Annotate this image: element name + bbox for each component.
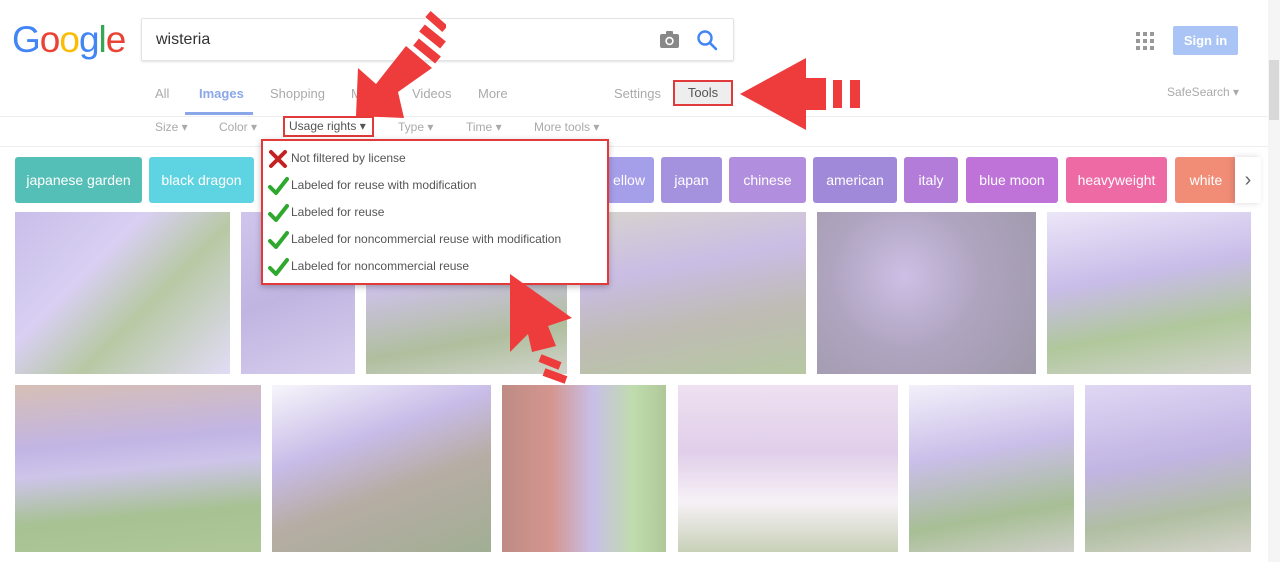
logo-letter: o [59, 19, 80, 60]
filter-type[interactable]: Type ▾ [398, 120, 433, 134]
filter-time[interactable]: Time ▾ [466, 120, 502, 134]
scrollbar-thumb[interactable] [1269, 60, 1279, 120]
usage-option-label: Labeled for noncommercial reuse with mod… [291, 232, 562, 246]
apps-grid-icon[interactable] [1136, 32, 1154, 50]
usage-option-reuse-modification[interactable]: Labeled for reuse with modification [265, 172, 605, 199]
chip-black-dragon[interactable]: black dragon [149, 157, 254, 203]
annotation-arrow-tools [740, 58, 860, 130]
filter-divider [0, 146, 1268, 147]
image-result[interactable] [817, 212, 1036, 374]
green-check-icon [268, 258, 289, 276]
image-result[interactable] [678, 385, 898, 552]
chevron-down-icon: ▾ [590, 120, 600, 134]
image-result[interactable] [580, 212, 806, 374]
active-tab-underline [185, 112, 253, 115]
image-result[interactable] [272, 385, 491, 552]
chevron-down-icon: ▾ [247, 120, 258, 134]
camera-icon[interactable] [659, 30, 680, 49]
logo-letter: e [105, 19, 127, 60]
safesearch-dropdown[interactable]: SafeSearch ▾ [1167, 85, 1239, 99]
google-logo[interactable]: Google [12, 19, 127, 60]
filter-time-label: Time [466, 120, 493, 134]
chip-italy[interactable]: italy [904, 157, 958, 203]
logo-letter: G [12, 19, 41, 60]
chip-blue-moon[interactable]: blue moon [966, 157, 1058, 203]
search-icon[interactable] [696, 29, 718, 51]
tab-images[interactable]: Images [199, 86, 244, 101]
filter-size[interactable]: Size ▾ [155, 120, 188, 134]
safesearch-label: SafeSearch [1167, 85, 1230, 99]
image-result[interactable] [502, 385, 666, 552]
tabs-divider [0, 116, 1268, 117]
image-result[interactable] [15, 212, 230, 374]
green-check-icon [268, 177, 289, 195]
tab-more[interactable]: More [478, 86, 508, 101]
filter-usage-rights-label: Usage rights [289, 119, 357, 133]
filter-size-label: Size [155, 120, 179, 134]
chip-white[interactable]: white [1175, 157, 1237, 203]
chevron-down-icon: ▾ [1229, 85, 1240, 99]
filter-type-label: Type [398, 120, 425, 134]
red-x-icon [269, 150, 287, 168]
chip-american[interactable]: american [813, 157, 897, 203]
tab-shopping[interactable]: Shopping [270, 86, 325, 101]
image-result[interactable] [909, 385, 1074, 552]
filter-more-tools-label: More tools [534, 120, 591, 134]
tab-all[interactable]: All [155, 86, 169, 101]
filter-more-tools[interactable]: More tools ▾ [534, 120, 599, 134]
chip-heavyweight[interactable]: heavyweight [1066, 157, 1167, 203]
chevron-down-icon: ▾ [356, 119, 366, 133]
chevron-down-icon: ▾ [424, 120, 434, 134]
logo-letter: g [78, 19, 100, 60]
usage-rights-menu: Not filtered by license Labeled for reus… [261, 139, 609, 285]
image-result[interactable] [1047, 212, 1251, 374]
logo-letter: o [39, 19, 61, 60]
logo-letter: l [98, 19, 107, 60]
usage-option-label: Labeled for reuse with modification [291, 178, 477, 192]
usage-option-label: Not filtered by license [291, 151, 406, 165]
sign-in-button[interactable]: Sign in [1173, 26, 1238, 55]
filter-color-label: Color [219, 120, 248, 134]
usage-option-reuse[interactable]: Labeled for reuse [265, 199, 605, 226]
chip-japan[interactable]: japan [661, 157, 722, 203]
chevron-right-icon[interactable]: › [1235, 157, 1261, 203]
annotation-arrow-menu [510, 274, 572, 384]
image-result[interactable] [1085, 385, 1251, 552]
annotation-arrow-usage-rights [356, 11, 446, 118]
settings-link[interactable]: Settings [614, 86, 661, 101]
chevron-down-icon: ▾ [178, 120, 188, 134]
tools-button[interactable]: Tools [673, 80, 733, 106]
chip-japanese-garden[interactable]: japanese garden [15, 157, 142, 203]
chevron-down-icon: ▾ [492, 120, 502, 134]
usage-option-label: Labeled for noncommercial reuse [291, 259, 470, 273]
chip-chinese[interactable]: chinese [729, 157, 806, 203]
green-check-icon [268, 204, 289, 222]
filter-color[interactable]: Color ▾ [219, 120, 257, 134]
green-check-icon [268, 231, 289, 249]
usage-option-label: Labeled for reuse [291, 205, 385, 219]
image-result[interactable] [15, 385, 261, 552]
usage-option-noncommercial-modification[interactable]: Labeled for noncommercial reuse with mod… [265, 226, 605, 253]
usage-option-not-filtered[interactable]: Not filtered by license [265, 145, 605, 172]
